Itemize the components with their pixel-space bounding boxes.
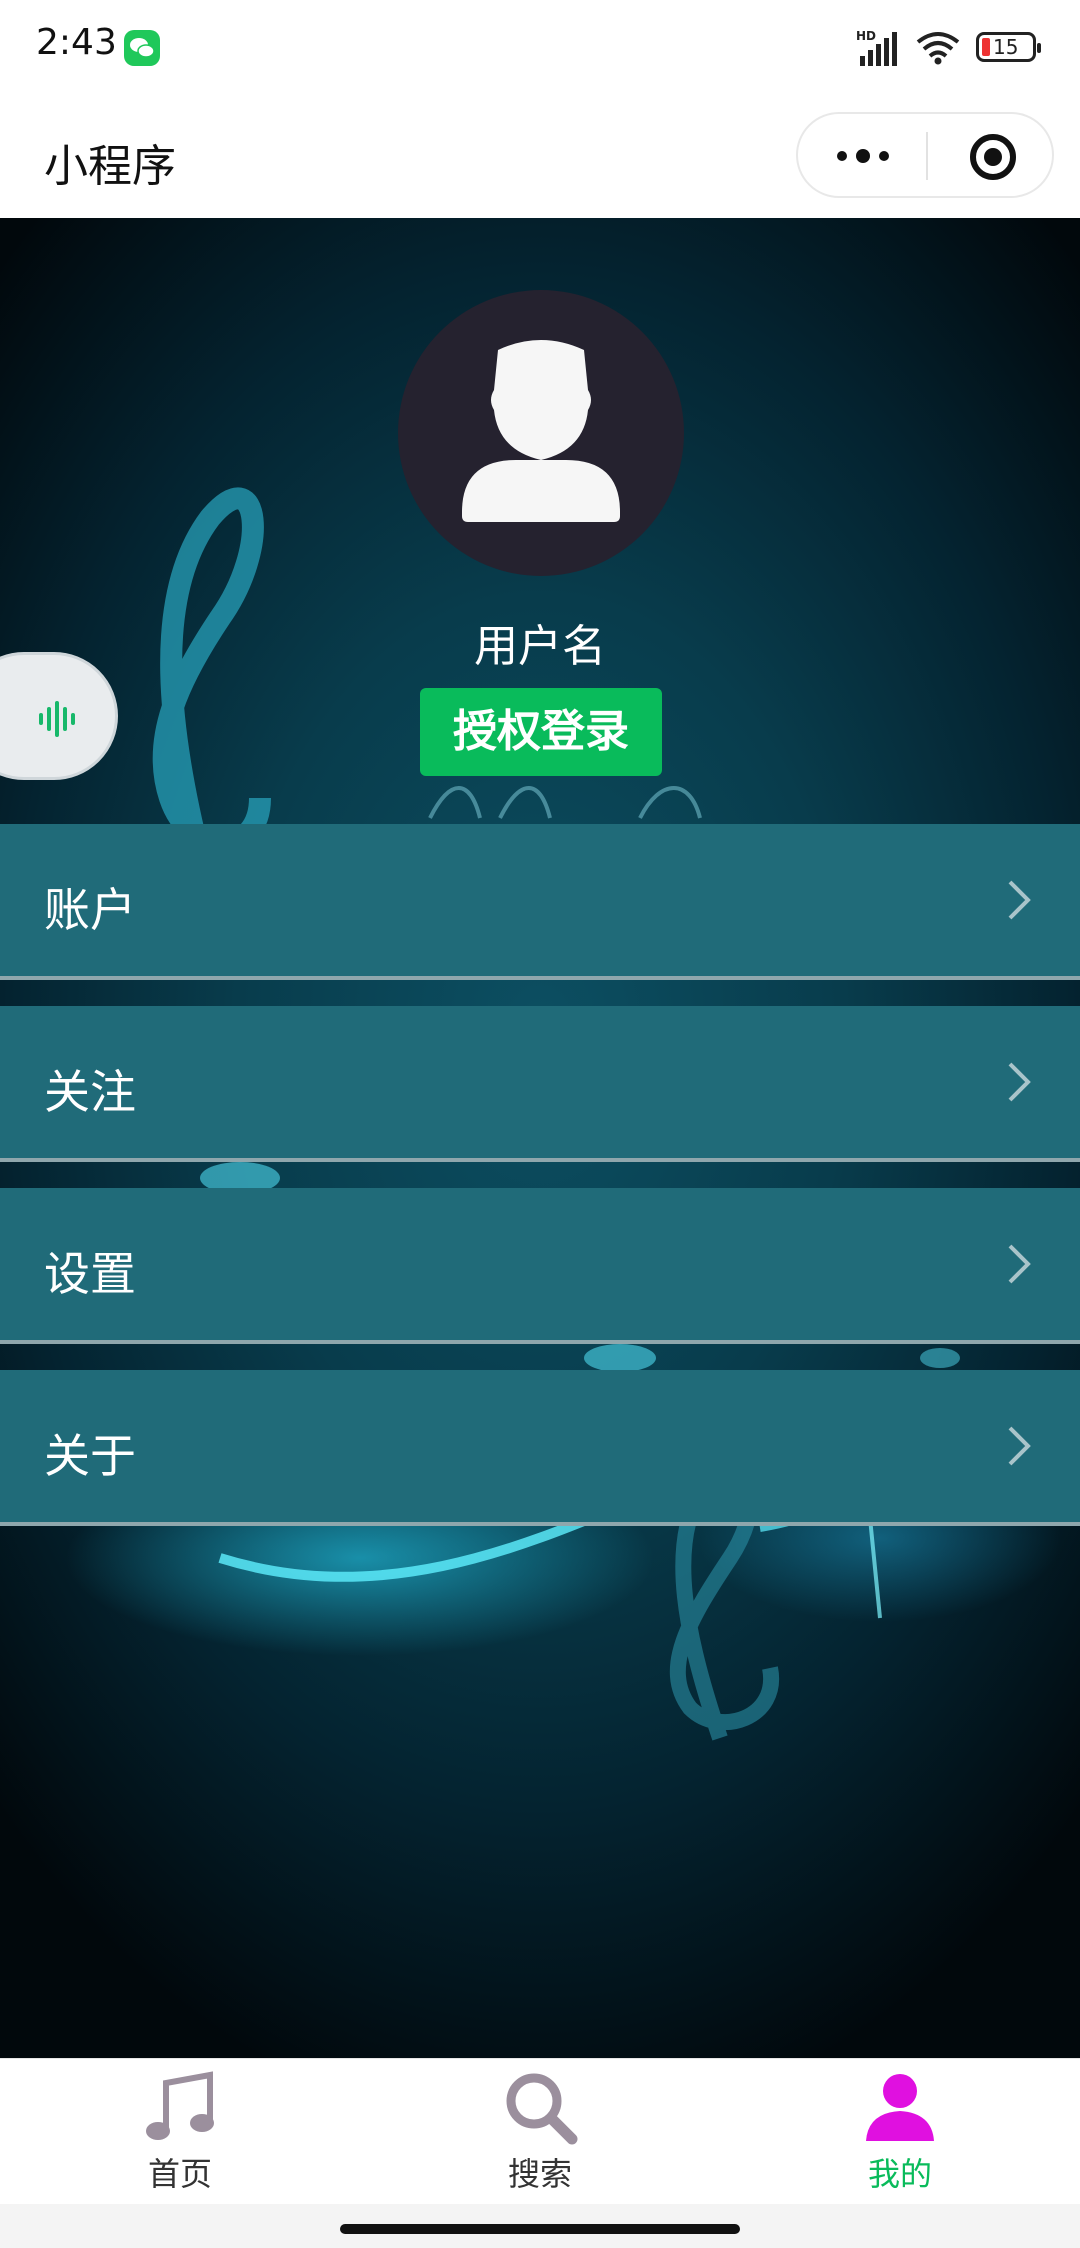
chevron-right-icon [1004, 1424, 1034, 1472]
voice-wave-icon [39, 701, 75, 737]
menu-item-label: 设置 [44, 1247, 136, 1301]
menu-item-account[interactable]: 账户 [0, 824, 1080, 980]
search-icon [502, 2069, 578, 2149]
authorize-login-button[interactable]: 授权登录 [420, 688, 662, 776]
menu-item-label: 关于 [44, 1429, 136, 1483]
menu-item-label: 关注 [44, 1065, 136, 1119]
page-title: 小程序 [44, 141, 176, 192]
battery-icon: 15 [976, 32, 1041, 62]
tab-search[interactable]: 搜索 [440, 2059, 640, 2205]
more-icon[interactable] [836, 146, 890, 170]
wechat-icon [124, 30, 160, 66]
status-bar: 2:43 HD 15 [0, 0, 1080, 94]
close-miniprogram-icon[interactable] [968, 132, 1018, 186]
menu-item-about[interactable]: 关于 [0, 1370, 1080, 1526]
capsule-divider [926, 132, 928, 180]
tab-mine[interactable]: 我的 [800, 2059, 1000, 2205]
menu-item-label: 账户 [44, 883, 136, 937]
wifi-icon [914, 30, 962, 70]
signal-icon: HD [856, 28, 902, 72]
tab-bar: 首页 搜索 我的 [0, 2058, 1080, 2205]
username-text: 用户名 [474, 621, 606, 672]
status-time: 2:43 [36, 22, 117, 63]
menu-item-settings[interactable]: 设置 [0, 1188, 1080, 1344]
music-note-icon [142, 2069, 218, 2149]
chevron-right-icon [1004, 1060, 1034, 1108]
tab-home[interactable]: 首页 [80, 2059, 280, 2205]
miniprogram-capsule [796, 112, 1054, 198]
menu-item-follow[interactable]: 关注 [0, 1006, 1080, 1162]
profile-page: 用户名 授权登录 账户 关注 设置 关于 [0, 218, 1080, 2058]
nav-bar: 小程序 [0, 94, 1080, 218]
tab-label: 搜索 [507, 2155, 572, 2193]
default-avatar-icon [462, 340, 620, 522]
home-indicator[interactable] [340, 2224, 740, 2234]
svg-text:HD: HD [856, 29, 876, 43]
battery-text: 15 [993, 35, 1019, 59]
chevron-right-icon [1004, 1242, 1034, 1290]
chevron-right-icon [1004, 878, 1034, 926]
tab-label: 我的 [867, 2155, 932, 2193]
tab-label: 首页 [147, 2155, 212, 2193]
battery-level-fill [982, 38, 990, 56]
gesture-bar-area [0, 2204, 1080, 2248]
user-icon [862, 2069, 938, 2149]
avatar[interactable] [398, 290, 684, 576]
